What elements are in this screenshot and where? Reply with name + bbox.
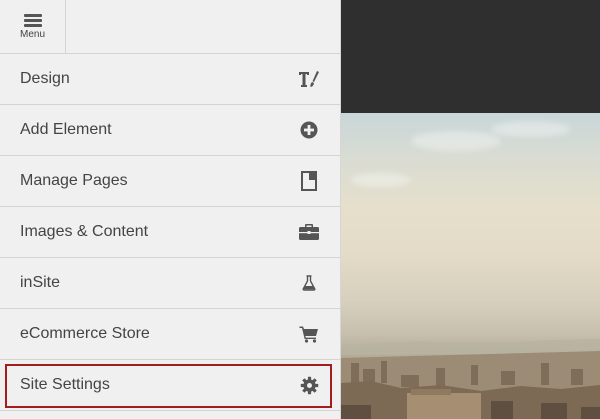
sidebar-item-label: Add Element	[20, 121, 112, 138]
sidebar-item-label: eCommerce Store	[20, 325, 150, 342]
city-skyline-image	[341, 113, 600, 419]
sidebar-topbar: Menu	[0, 0, 340, 54]
flask-icon	[298, 272, 320, 294]
menu-button[interactable]: Menu	[0, 0, 66, 53]
sidebar-item-site-settings[interactable]: Site Settings	[0, 360, 340, 411]
sidebar-item-label: Site Settings	[20, 376, 110, 393]
editor-sidebar: Menu Design Add Element Manage Pages Ima…	[0, 0, 341, 419]
site-preview	[341, 0, 600, 419]
sidebar-item-insite[interactable]: inSite	[0, 258, 340, 309]
sidebar-item-label: Design	[20, 70, 70, 87]
sidebar-item-label: inSite	[20, 274, 61, 291]
sidebar-menu: Design Add Element Manage Pages Images &…	[0, 54, 340, 411]
page-icon	[298, 170, 320, 192]
typography-brush-icon	[298, 68, 320, 90]
sidebar-item-ecommerce-store[interactable]: eCommerce Store	[0, 309, 340, 360]
preview-header	[341, 0, 600, 113]
sidebar-item-label: Manage Pages	[20, 172, 128, 189]
sidebar-item-images-content[interactable]: Images & Content	[0, 207, 340, 258]
sidebar-item-add-element[interactable]: Add Element	[0, 105, 340, 156]
plus-circle-icon	[298, 119, 320, 141]
gear-icon	[298, 374, 320, 396]
sidebar-item-design[interactable]: Design	[0, 54, 340, 105]
sidebar-item-manage-pages[interactable]: Manage Pages	[0, 156, 340, 207]
briefcase-icon	[298, 221, 320, 243]
cart-icon	[298, 323, 320, 345]
menu-label: Menu	[19, 29, 45, 40]
hamburger-icon	[24, 14, 42, 29]
sidebar-item-label: Images & Content	[20, 223, 149, 240]
